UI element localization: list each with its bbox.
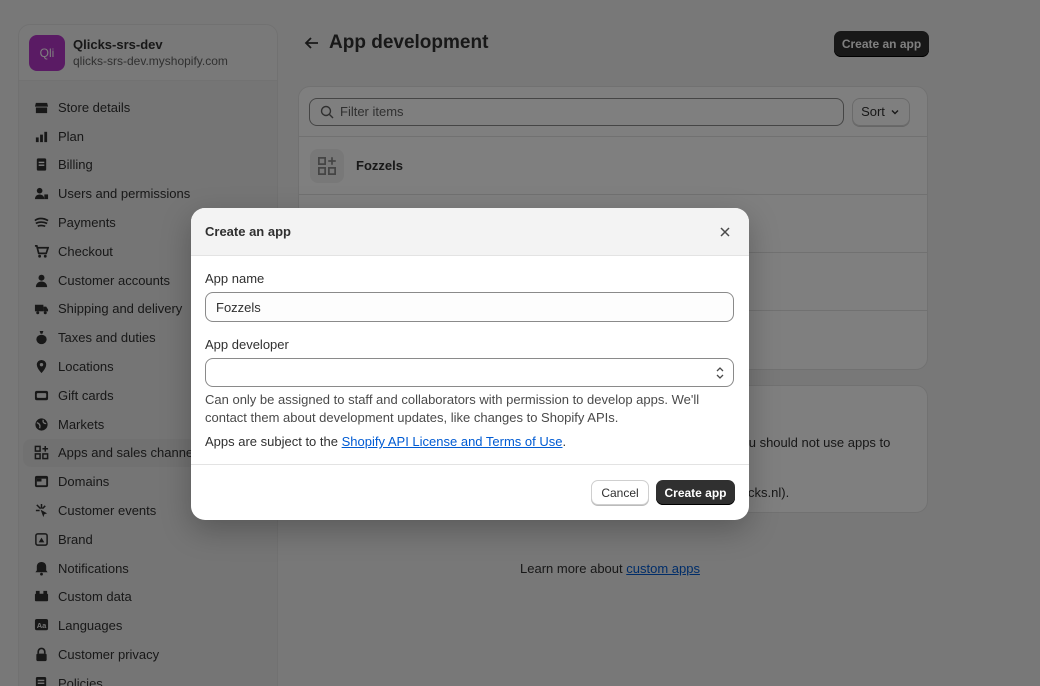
terms-suffix: . (562, 434, 567, 449)
app-developer-label: App developer (205, 337, 289, 352)
modal-header: Create an app (191, 208, 749, 256)
modal-body: App name Fozzels App developer Can only … (191, 256, 749, 465)
select-arrows-icon (716, 366, 724, 379)
close-icon (720, 226, 730, 237)
app-name-input[interactable]: Fozzels (205, 292, 734, 322)
app-developer-help-text: Can only be assigned to staff and collab… (205, 392, 700, 425)
modal-footer: Cancel Create app (191, 465, 749, 520)
create-app-button[interactable]: Create app (656, 480, 735, 505)
create-app-modal: Create an app App name Fozzels App devel… (191, 208, 749, 520)
close-button[interactable] (715, 222, 735, 242)
app-developer-select[interactable] (205, 358, 734, 387)
terms-link[interactable]: Shopify API License and Terms of Use (342, 434, 563, 449)
terms-text: Apps are subject to the Shopify API Lice… (205, 434, 735, 449)
modal-title: Create an app (205, 224, 291, 239)
cancel-button[interactable]: Cancel (591, 480, 649, 505)
terms-prefix: Apps are subject to the (205, 434, 338, 449)
app-name-label: App name (205, 271, 265, 286)
